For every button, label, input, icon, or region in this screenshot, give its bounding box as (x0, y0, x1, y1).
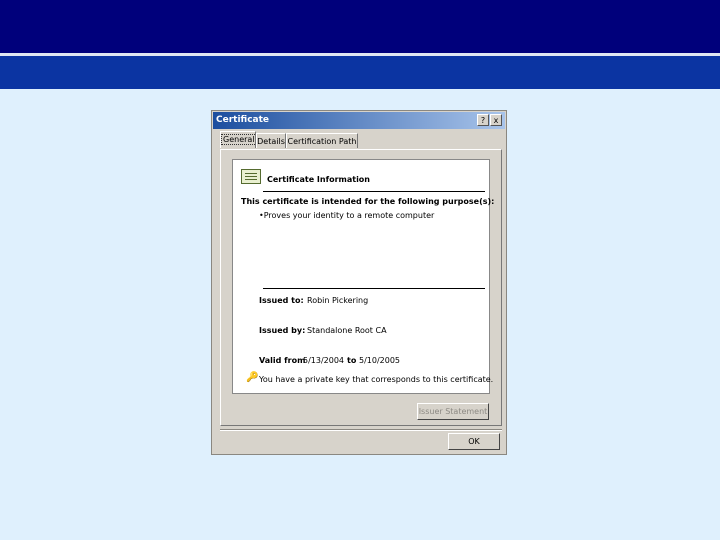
certificate-dialog: Certificate ? x General Details Certific… (211, 110, 507, 455)
tab-general-label: General (221, 134, 257, 145)
subheader-band (0, 56, 720, 89)
key-icon: 🔑 (246, 372, 259, 383)
close-button[interactable]: x (490, 114, 502, 126)
issuer-statement-button[interactable]: Issuer Statement (417, 403, 489, 420)
heading-divider (263, 191, 485, 192)
dialog-title: Certificate (216, 115, 270, 125)
header-band (0, 0, 720, 53)
issued-to-label: Issued to: (259, 296, 304, 305)
tab-general[interactable]: General (220, 131, 257, 148)
valid-to-label: to (347, 356, 357, 365)
intended-purposes-label: This certificate is intended for the fol… (241, 197, 495, 206)
purpose-item: •Proves your identity to a remote comput… (259, 211, 435, 220)
issued-by-label: Issued by: (259, 326, 306, 335)
private-key-note: You have a private key that corresponds … (259, 375, 494, 384)
tab-details-label: Details (257, 137, 285, 146)
dialog-titlebar[interactable]: Certificate ? x (213, 112, 505, 129)
tab-certification-path[interactable]: Certification Path (286, 133, 358, 148)
ok-button[interactable]: OK (448, 433, 500, 450)
issued-by-value: Standalone Root CA (307, 326, 387, 335)
button-area-divider (220, 429, 502, 431)
certificate-icon (241, 169, 261, 184)
tab-certification-path-label: Certification Path (287, 137, 357, 146)
certificate-info-heading: Certificate Information (267, 175, 370, 184)
details-divider (263, 288, 485, 289)
valid-to-value: 5/10/2005 (359, 356, 401, 365)
certificate-info-panel: Certificate Information This certificate… (232, 159, 494, 394)
valid-from-label: Valid from (259, 356, 306, 365)
help-button[interactable]: ? (477, 114, 489, 126)
valid-from-value: 5/13/2004 (303, 356, 345, 365)
issued-to-value: Robin Pickering (307, 296, 369, 305)
tab-details[interactable]: Details (256, 133, 286, 148)
